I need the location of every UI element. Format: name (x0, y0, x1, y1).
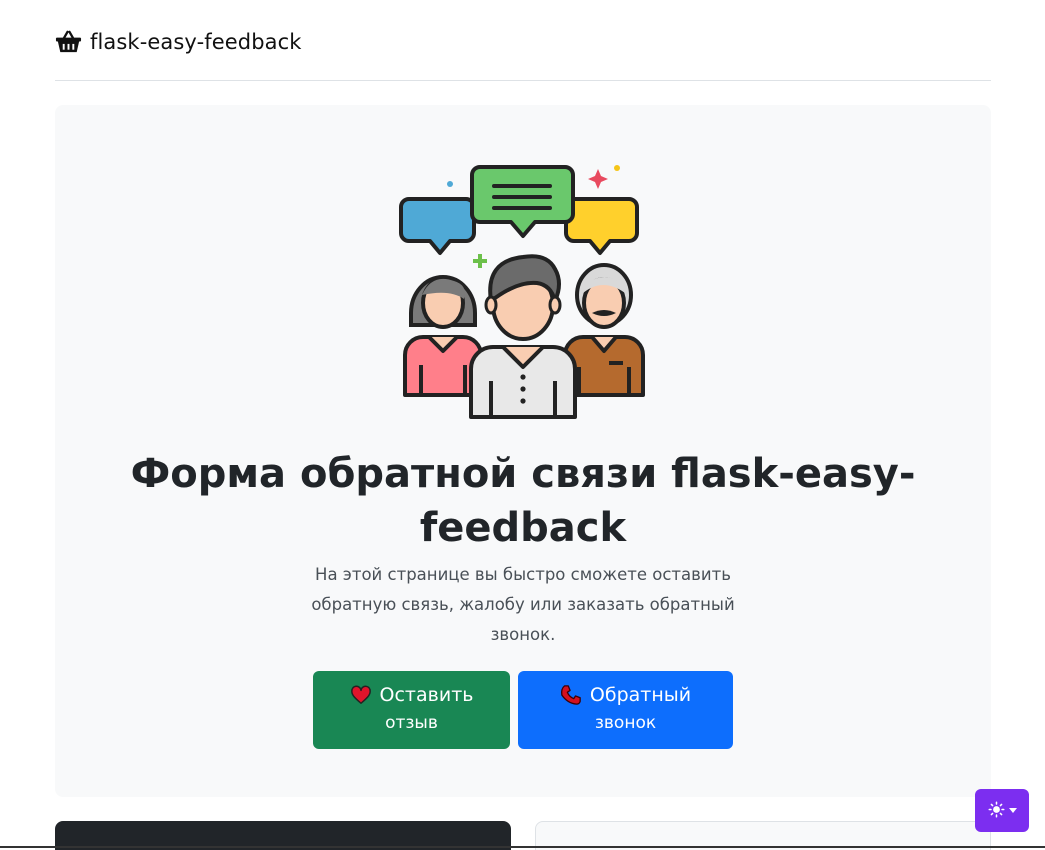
leave-review-line1: Оставить (350, 682, 474, 708)
callback-line1: Обратный (560, 682, 691, 708)
theme-toggle-button[interactable] (975, 789, 1029, 832)
hero-lead: На этой странице вы быстро сможете остав… (311, 565, 735, 644)
leave-review-label-2: отзыв (385, 713, 438, 733)
heart-icon (350, 684, 372, 706)
brand-text: flask-easy-feedback (90, 29, 302, 54)
site-header: flask-easy-feedback (55, 0, 991, 81)
brand-link[interactable]: flask-easy-feedback (55, 28, 302, 55)
sun-icon (988, 801, 1005, 821)
hero-buttons: Оставить отзыв Обратный звонок (313, 671, 733, 749)
callback-label-1: Обратный (589, 684, 692, 706)
basket-icon (55, 28, 82, 55)
callback-label-2: звонок (594, 713, 657, 733)
people-feedback-illustration (395, 155, 655, 423)
callback-button[interactable]: Обратный звонок (518, 671, 733, 749)
leave-review-label-1: Оставить (379, 684, 474, 706)
leave-review-button[interactable]: Оставить отзыв (313, 671, 510, 749)
bottom-divider (0, 846, 1045, 848)
chevron-down-icon (1008, 808, 1017, 813)
hero-section: Форма обратной связи flask-easy-feedback… (55, 105, 991, 797)
page-title: Форма обратной связи flask-easy-feedback (130, 451, 916, 551)
phone-icon (560, 684, 582, 706)
